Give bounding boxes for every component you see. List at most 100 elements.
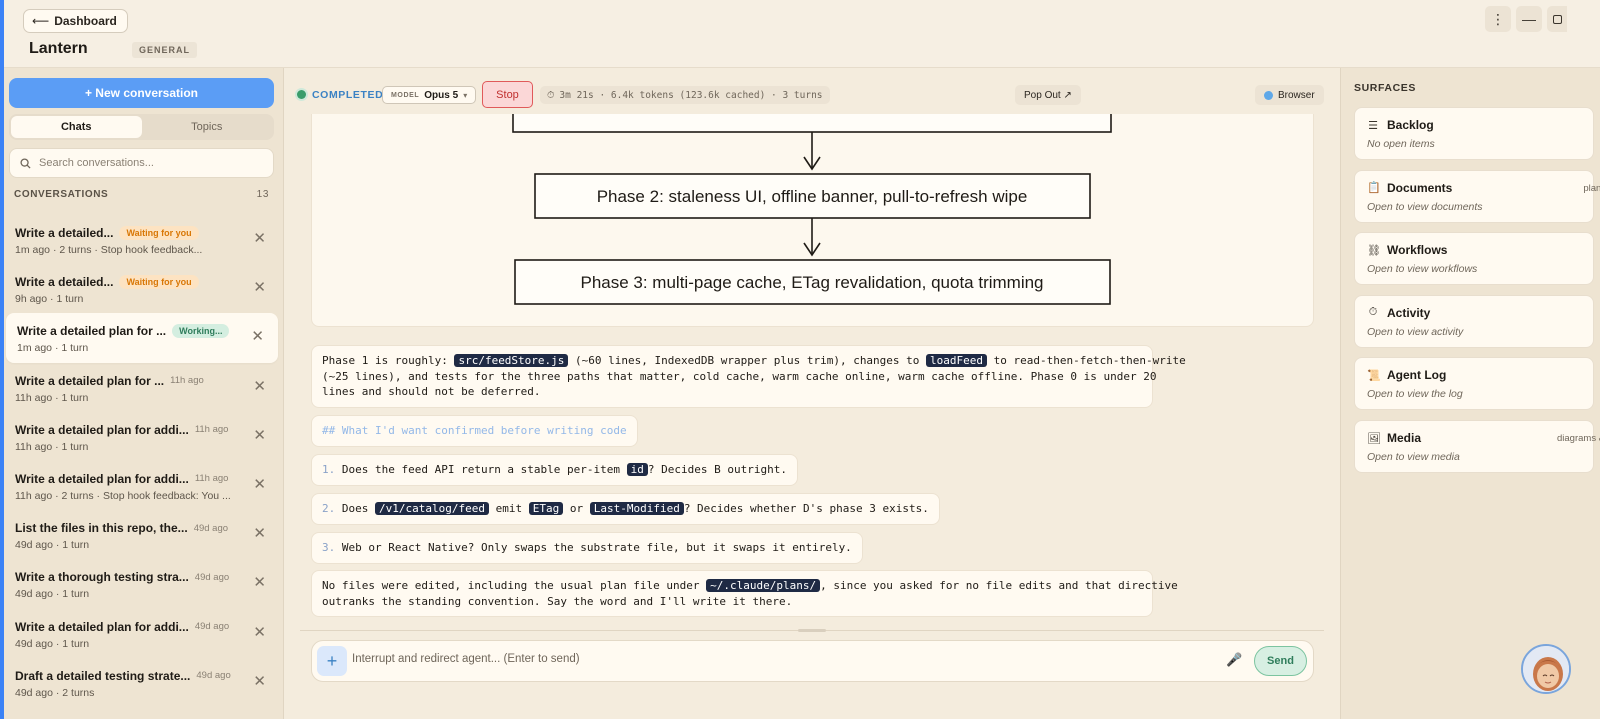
close-icon[interactable]: ✕ bbox=[253, 475, 266, 493]
close-icon[interactable]: ✕ bbox=[253, 623, 266, 641]
microphone-icon[interactable]: 🎤 bbox=[1226, 652, 1242, 668]
surface-title: Agent Log bbox=[1387, 368, 1447, 383]
text-span: , since you asked for no file edits and … bbox=[820, 579, 1178, 592]
tab-chats[interactable]: Chats bbox=[11, 116, 142, 138]
back-to-dashboard-button[interactable]: ⟵ Dashboard bbox=[23, 9, 128, 33]
surface-card-backlog[interactable]: ☰BacklogemNo open items bbox=[1354, 107, 1594, 160]
text-span: Phase 1 is roughly: bbox=[322, 354, 455, 367]
status-badge: Waiting for you bbox=[119, 226, 199, 240]
surface-title-row: ⏱ Activity bbox=[1367, 306, 1581, 320]
new-conversation-button[interactable]: + New conversation bbox=[9, 78, 274, 108]
question-item-2: 2. Does /v1/catalog/feed emit ETag or La… bbox=[311, 493, 940, 525]
conversation-title: Write a detailed... bbox=[15, 275, 114, 290]
session-status: COMPLETED bbox=[312, 89, 384, 101]
workspace-tag: GENERAL bbox=[132, 42, 198, 58]
conversation-item[interactable]: Write a detailed plan for addi... 11h ago… bbox=[4, 412, 280, 461]
surface-title: Workflows bbox=[1387, 243, 1448, 258]
surface-title-row: ☰ Backlog bbox=[1367, 118, 1581, 132]
conversation-item[interactable]: Write a thorough testing stra... 49d ago 4… bbox=[4, 559, 280, 608]
list-number: 1. bbox=[322, 463, 336, 476]
globe-icon bbox=[1264, 90, 1273, 100]
stop-button[interactable]: Stop bbox=[482, 81, 533, 108]
surface-card-agent-log[interactable]: 📜Agent LoghisOpen to view the log bbox=[1354, 357, 1594, 411]
close-icon[interactable]: ✕ bbox=[251, 327, 264, 345]
conversation-item[interactable]: Write a detailed... Waiting for you 1m ago… bbox=[4, 215, 280, 264]
conversation-title-row: Write a detailed plan for ... Working... bbox=[17, 323, 238, 339]
back-arrow-icon: ⟵ bbox=[32, 14, 50, 28]
close-icon[interactable]: ✕ bbox=[253, 573, 266, 591]
send-button[interactable]: Send bbox=[1254, 646, 1307, 676]
inline-code: ETag bbox=[528, 502, 564, 515]
conversation-title-row: Write a detailed... Waiting for you bbox=[15, 225, 240, 241]
surface-card-documents[interactable]: 📋 Documents plans & d Open to view document… bbox=[1354, 169, 1600, 223]
close-icon[interactable]: ✕ bbox=[253, 229, 266, 247]
conversation-item[interactable]: Write a detailed plan for addi... 11h ago… bbox=[4, 461, 280, 510]
more-options-button[interactable]: ⋮ bbox=[1485, 6, 1511, 32]
minimize-button[interactable]: — bbox=[1516, 6, 1542, 32]
chat-transcript: Phase 2: staleness UI, offline banner, p… bbox=[284, 114, 1340, 634]
text-span: Does bbox=[335, 502, 375, 515]
surface-meta: plans & d bbox=[1583, 182, 1600, 194]
surface-card-activity[interactable]: ⏱ActivitytimOpen to view activity bbox=[1354, 294, 1594, 348]
text-span: to read-then-fetch-then-write bbox=[987, 354, 1186, 367]
close-icon[interactable]: ✕ bbox=[253, 524, 266, 542]
attach-button[interactable]: + bbox=[317, 646, 347, 676]
conversation-list: Write a detailed... Waiting for you 1m ago… bbox=[4, 215, 280, 707]
inline-code: id bbox=[626, 463, 648, 476]
conversation-item[interactable]: Write a detailed plan for addi... 49d ago… bbox=[4, 609, 280, 658]
window-accent-stripe bbox=[0, 0, 4, 719]
browser-button[interactable]: Browser bbox=[1255, 85, 1324, 105]
text-span: ? Decides whether D's phase 3 exists. bbox=[683, 502, 929, 515]
resize-grip-handle[interactable] bbox=[798, 629, 826, 632]
text-span: ? Decides B outright. bbox=[647, 463, 787, 476]
tab-topics[interactable]: Topics bbox=[142, 116, 273, 138]
search-box[interactable]: Search conversations... bbox=[9, 148, 274, 178]
minimize-icon: — bbox=[1522, 11, 1536, 27]
surface-subtitle: Open to view documents bbox=[1367, 200, 1483, 213]
model-selector[interactable]: MODEL Opus 5 ▾ bbox=[382, 86, 477, 104]
text-line: outranks the standing convention. Say th… bbox=[322, 594, 793, 608]
close-icon[interactable]: ✕ bbox=[253, 426, 266, 444]
composer-input[interactable]: Interrupt and redirect agent... (Enter t… bbox=[352, 653, 580, 665]
list-number: 3. bbox=[322, 541, 336, 554]
conversation-meta: 49d ago · 1 turn bbox=[15, 588, 90, 601]
conversation-item[interactable]: Write a detailed... Waiting for you 9h ago… bbox=[4, 264, 280, 313]
surfaces-panel: SURFACES ☰BacklogemNo open items📋Documen… bbox=[1340, 68, 1600, 719]
conversation-meta: 49d ago · 1 turn bbox=[15, 539, 90, 552]
conversation-title: Write a detailed plan for ... bbox=[17, 324, 167, 339]
question-item-3: 3. Web or React Native? Only swaps the s… bbox=[311, 532, 863, 564]
close-icon[interactable]: ✕ bbox=[253, 672, 266, 690]
conversation-title-row: Write a detailed... Waiting for you bbox=[15, 274, 240, 290]
conversation-title-row: List the files in this repo, the... 49d a… bbox=[15, 520, 240, 536]
conversation-meta: 11h ago · 1 turn bbox=[15, 391, 89, 404]
close-icon[interactable]: ✕ bbox=[253, 278, 266, 296]
conversation-title: Write a thorough testing stra... bbox=[15, 570, 189, 585]
conversation-item[interactable]: Write a detailed plan for ... 11h ago 11h … bbox=[4, 363, 280, 412]
surface-card-workflows[interactable]: ⛓WorkflowsrOpen to view workflows bbox=[1354, 232, 1594, 286]
conversations-count: 13 bbox=[256, 189, 269, 200]
surface-subtitle: Open to view workflows bbox=[1367, 263, 1478, 276]
page-title: Lantern bbox=[29, 40, 88, 57]
close-icon[interactable]: ✕ bbox=[253, 377, 266, 395]
conversations-header: CONVERSATIONS 13 bbox=[14, 189, 269, 200]
assistant-message: Phase 1 is roughly: src/feedStore.js (~6… bbox=[311, 345, 1186, 408]
stopwatch-icon: ⏱ bbox=[1368, 306, 1378, 319]
user-avatar[interactable] bbox=[1521, 644, 1571, 694]
text-span: Web or React Native? Only swaps the subs… bbox=[335, 541, 852, 554]
conversation-age: 49d ago bbox=[194, 571, 230, 583]
timer-icon: ⏱ bbox=[547, 89, 555, 101]
conversation-item[interactable]: List the files in this repo, the... 49d a… bbox=[4, 510, 280, 559]
surface-subtitle: Open to view the log bbox=[1367, 388, 1463, 401]
conversation-item[interactable]: Draft a detailed testing strate... 49d ag… bbox=[4, 658, 280, 707]
conversation-item[interactable]: Write a detailed plan for ... Working... 1… bbox=[6, 313, 278, 363]
session-status-bar: COMPLETED MODEL Opus 5 ▾ Stop ⏱ 3m 21s ·… bbox=[284, 68, 1340, 108]
assistant-closing-message: No files were edited, including the usua… bbox=[311, 570, 1178, 617]
pop-out-button[interactable]: Pop Out ↗ bbox=[1015, 85, 1081, 105]
surface-title-row: 🖼 Media bbox=[1367, 431, 1581, 445]
maximize-button[interactable] bbox=[1547, 6, 1567, 32]
text-span: emit bbox=[488, 502, 529, 515]
surface-card-media[interactable]: 🖼 Media diagrams & ima Open to view media bbox=[1354, 420, 1600, 473]
status-badge: Working... bbox=[172, 324, 230, 339]
browser-label: Browser bbox=[1278, 89, 1315, 101]
search-input[interactable]: Search conversations... bbox=[39, 157, 154, 169]
